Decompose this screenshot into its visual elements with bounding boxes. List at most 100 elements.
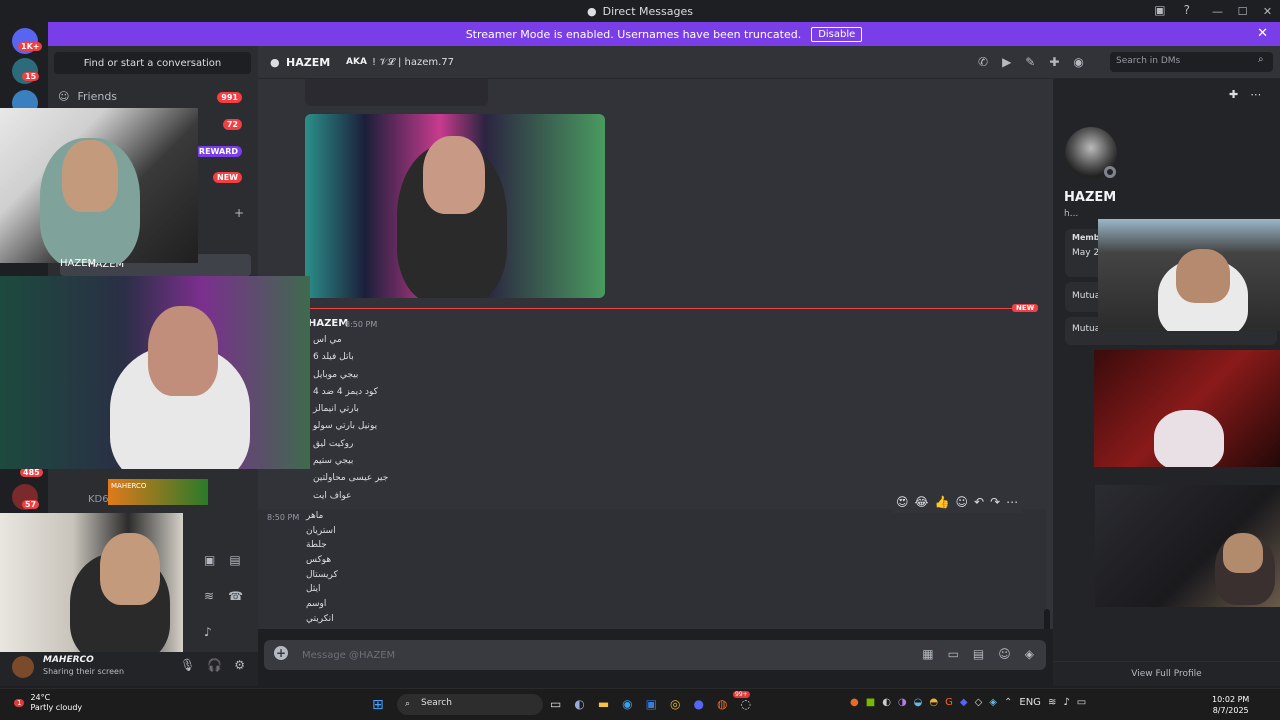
help-icon[interactable]: ?: [1184, 3, 1190, 17]
profile-username: h...: [1064, 209, 1079, 219]
close-window-button[interactable]: ✕: [1255, 5, 1280, 18]
tray-app-icon-1[interactable]: ●: [850, 697, 859, 708]
voice-call-icon[interactable]: ✆: [978, 55, 988, 69]
disconnect-icon[interactable]: ☎: [228, 589, 243, 603]
webcam-overlay-4: [1098, 219, 1280, 331]
server-badge-3: 57: [22, 500, 40, 509]
copilot-icon[interactable]: ◐: [574, 697, 584, 711]
task-view-icon[interactable]: ▭: [550, 697, 561, 711]
tray-app-icon-7[interactable]: ◆: [960, 697, 968, 708]
list-item: استريان: [306, 525, 336, 536]
image-attachment-previous[interactable]: [305, 79, 488, 106]
chat-scrollbar[interactable]: [1044, 609, 1050, 629]
laughing-reaction-icon[interactable]: 😂: [915, 495, 929, 509]
view-full-profile-link[interactable]: View Full Profile: [1053, 661, 1280, 686]
chrome-icon[interactable]: ◎: [670, 697, 680, 711]
image-attachment[interactable]: [305, 114, 605, 298]
gift-icon[interactable]: ▦: [922, 647, 933, 661]
soundboard-icon[interactable]: ♪: [204, 625, 212, 639]
minimize-button[interactable]: —: [1205, 5, 1230, 18]
add-reaction-icon[interactable]: ☺: [956, 495, 969, 509]
tray-app-icon-4[interactable]: ◒: [914, 697, 923, 708]
list-item: اوسم: [306, 599, 327, 610]
more-icon[interactable]: ⋯: [1006, 495, 1018, 509]
user-avatar[interactable]: [12, 656, 34, 678]
maximize-button[interactable]: ☐: [1230, 5, 1255, 18]
video-call-icon[interactable]: ▶: [1002, 55, 1011, 69]
tray-app-icon-6[interactable]: G: [945, 697, 953, 708]
obs-icon[interactable]: ◍: [717, 697, 727, 711]
noise-suppression-icon[interactable]: ≋: [204, 589, 214, 603]
voice-row-3: ♪: [204, 625, 243, 639]
profile-more-icon[interactable]: ⋯: [1250, 88, 1261, 101]
friends-label: Friends: [77, 90, 118, 103]
new-pill: NEW: [213, 172, 242, 183]
nitro-badge: 72: [222, 119, 242, 130]
language-indicator[interactable]: ENG: [1019, 697, 1041, 708]
volume-icon[interactable]: ♪: [1063, 697, 1069, 708]
reply-icon[interactable]: ↶: [974, 495, 984, 509]
window-title: ● Direct Messages: [587, 5, 693, 18]
emoji-icon[interactable]: ☺: [998, 647, 1011, 661]
sidebar-item-friends[interactable]: ☺ Friends: [58, 90, 117, 103]
sticker-icon[interactable]: ▤: [973, 647, 984, 661]
list-item: بيجي ستيم: [313, 456, 354, 467]
user-panel-status: Sharing their screen: [43, 667, 125, 676]
apps-icon[interactable]: ◈: [1025, 647, 1034, 661]
attach-plus-icon[interactable]: +: [274, 646, 288, 660]
tray-app-icon-3[interactable]: ◑: [898, 697, 907, 708]
pin-icon[interactable]: ✎: [1025, 55, 1035, 69]
dm-user-name[interactable]: HAZEM: [286, 56, 330, 69]
nvidia-icon[interactable]: ■: [866, 697, 875, 708]
edge-icon[interactable]: ◉: [622, 697, 632, 711]
tray-app-icon-5[interactable]: ◓: [929, 697, 938, 708]
tray-app-icon-2[interactable]: ◐: [882, 697, 891, 708]
screen-share-icon[interactable]: ▣: [204, 553, 215, 567]
taskbar-search[interactable]: Search: [397, 694, 543, 715]
tray-app-icon-9[interactable]: ◈: [989, 697, 997, 708]
wifi-icon[interactable]: ≋: [1048, 697, 1056, 708]
disable-button[interactable]: Disable: [811, 26, 863, 42]
search-dms-input[interactable]: Search in DMs: [1110, 52, 1273, 72]
user-profile-icon[interactable]: ◉: [1073, 55, 1083, 69]
reward-pill: REWARD: [194, 146, 242, 157]
discord-taskbar-icon[interactable]: ●: [693, 697, 703, 711]
taskbar-clock[interactable]: 10:02 PM 8/7/2025: [1212, 694, 1249, 716]
heart-eyes-reaction-icon[interactable]: 😍: [896, 495, 909, 509]
headphones-icon[interactable]: 🎧: [207, 658, 222, 672]
tray-chevron-icon[interactable]: ⌃: [1004, 697, 1012, 708]
steam-icon[interactable]: ◌: [740, 697, 750, 711]
microphone-icon[interactable]: 🎙: [180, 658, 195, 672]
webcam-overlay-6: [1095, 485, 1280, 607]
gif-icon[interactable]: ▭: [948, 647, 959, 661]
message-author[interactable]: HAZEM: [308, 318, 348, 329]
store-icon[interactable]: ▣: [646, 697, 657, 711]
dm-item-kd6[interactable]: KD6: [88, 494, 109, 505]
weather-temp: 24°C: [30, 693, 51, 702]
weather-widget[interactable]: 1 24°C Partly cloudy: [14, 693, 82, 713]
profile-actions: ✚ ⋯: [1229, 88, 1261, 101]
header-actions: ✆ ▶ ✎ ✚ ◉: [978, 55, 1084, 69]
overlay-sponsor-banner: MAHERCO: [108, 479, 208, 505]
list-item: روكيت ليق: [313, 438, 354, 449]
find-conversation-input[interactable]: Find or start a conversation: [54, 52, 251, 74]
forward-icon[interactable]: ↷: [990, 495, 1000, 509]
inbox-icon[interactable]: ▣: [1154, 3, 1165, 17]
battery-icon[interactable]: ▭: [1077, 697, 1086, 708]
activity-icon[interactable]: ▤: [229, 553, 240, 567]
file-explorer-icon[interactable]: ▬: [598, 697, 609, 711]
chat-area: NEW HAZEM 8:50 PM مي اس باتل فيلد 6 بيجي…: [258, 79, 1053, 629]
person-head: [100, 533, 160, 605]
message-input[interactable]: [302, 646, 902, 664]
settings-gear-icon[interactable]: ⚙: [234, 658, 245, 672]
start-button-icon[interactable]: ⊞: [372, 697, 384, 713]
close-icon[interactable]: ✕: [1257, 26, 1268, 41]
add-friend-icon[interactable]: ✚: [1229, 88, 1238, 101]
create-dm-icon[interactable]: +: [234, 206, 244, 220]
voice-row-1: ▣ ▤: [204, 553, 243, 567]
message-hover-row[interactable]: [258, 509, 1046, 629]
add-friends-icon[interactable]: ✚: [1049, 55, 1059, 69]
thumbs-up-reaction-icon[interactable]: 👍: [935, 495, 950, 509]
tray-app-icon-8[interactable]: ◇: [975, 697, 983, 708]
new-messages-tag: NEW: [1012, 304, 1039, 312]
